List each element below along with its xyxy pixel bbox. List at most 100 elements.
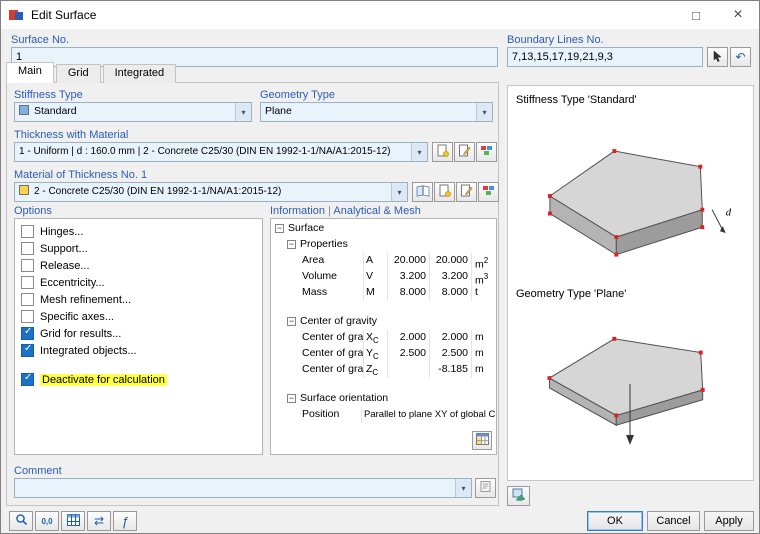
stiffness-type-select[interactable]: Standard ▾ xyxy=(14,102,252,122)
colors-icon xyxy=(482,184,495,200)
comment-templates-button[interactable] xyxy=(475,478,496,498)
information-header: Information | Analytical & Mesh xyxy=(270,205,421,217)
tab-main[interactable]: Main xyxy=(6,62,54,83)
ok-button[interactable]: OK xyxy=(587,511,643,531)
units-icon: 0,0 xyxy=(41,516,53,526)
thickness-label: Thickness with Material xyxy=(14,129,129,141)
material-swatch-icon xyxy=(19,185,29,195)
checkbox-icon xyxy=(21,242,34,255)
chevron-down-icon: ▾ xyxy=(235,103,251,121)
information-header-left[interactable]: Information xyxy=(270,205,325,217)
display-options-button[interactable] xyxy=(507,486,530,506)
edit-thickness-button[interactable] xyxy=(454,142,475,162)
material-library-button[interactable] xyxy=(412,182,433,202)
option-mesh-refinement[interactable]: Mesh refinement... xyxy=(15,291,262,308)
option-support[interactable]: Support... xyxy=(15,240,262,257)
preview-panel: Stiffness Type 'Standard' d Geometry Typ… xyxy=(507,85,754,481)
option-specific-axes[interactable]: Specific axes... xyxy=(15,308,262,325)
titlebar: Edit Surface □ × xyxy=(1,1,759,29)
option-deactivate-for-calculation[interactable]: Deactivate for calculation xyxy=(15,371,262,388)
select-boundary-lines-button[interactable] xyxy=(707,47,728,67)
apply-button[interactable]: Apply xyxy=(704,511,754,531)
geometry-type-select[interactable]: Plane ▾ xyxy=(260,102,493,122)
tab-strip: Main Grid Integrated xyxy=(6,62,178,83)
table-row: Mass M 8.000 8.000 t xyxy=(273,285,495,301)
table-row: Area A 20.000 20.000 m2 xyxy=(273,253,495,271)
option-eccentricity[interactable]: Eccentricity... xyxy=(15,274,262,291)
table-settings-button[interactable] xyxy=(472,431,492,450)
function-icon: ƒ xyxy=(121,513,129,529)
table-grid-icon xyxy=(475,433,489,448)
option-release[interactable]: Release... xyxy=(15,257,262,274)
options-panel: Hinges... Support... Release... Eccentri… xyxy=(14,218,263,455)
tool-button-find[interactable] xyxy=(9,511,33,531)
new-sheet-icon xyxy=(436,144,449,160)
tool-button-table[interactable] xyxy=(61,511,85,531)
undo-icon: ↶ xyxy=(735,50,746,64)
undo-boundary-button[interactable]: ↶ xyxy=(730,47,751,67)
collapse-icon[interactable]: − xyxy=(275,224,284,233)
window-title: Edit Surface xyxy=(31,8,97,22)
spacer-row xyxy=(273,378,495,391)
comment-input[interactable]: ▾ xyxy=(14,478,472,498)
stiffness-preview-caption: Stiffness Type 'Standard' xyxy=(516,94,637,106)
tab-integrated[interactable]: Integrated xyxy=(102,64,177,83)
render-settings-icon xyxy=(512,488,526,504)
tool-button-units[interactable]: 0,0 xyxy=(35,511,59,531)
options-label: Options xyxy=(14,205,52,217)
thickness-colors-button[interactable] xyxy=(476,142,497,162)
collapse-icon[interactable]: − xyxy=(287,394,296,403)
library-book-icon xyxy=(416,184,430,200)
swap-arrows-icon: ⇄ xyxy=(93,514,105,528)
geometry-preview-image xyxy=(520,308,740,461)
tree-node-surface: − Surface xyxy=(275,222,325,234)
edit-pencil-icon xyxy=(460,184,473,200)
edit-material-button[interactable] xyxy=(456,182,477,202)
table-row: Position Parallel to plane XY of global … xyxy=(273,407,495,423)
geometry-preview-caption: Geometry Type 'Plane' xyxy=(516,288,627,300)
material-colors-button[interactable] xyxy=(478,182,499,202)
material-select[interactable]: 2 - Concrete C25/30 (DIN EN 1992-1-1/NA/… xyxy=(14,182,408,202)
edit-surface-dialog: Edit Surface □ × Surface No. Boundary Li… xyxy=(0,0,760,534)
close-button[interactable]: × xyxy=(717,1,759,29)
option-hinges[interactable]: Hinges... xyxy=(15,223,262,240)
tool-button-function[interactable]: ƒ xyxy=(113,511,137,531)
information-header-right[interactable]: Analytical & Mesh xyxy=(333,205,420,217)
thickness-select[interactable]: 1 - Uniform | d : 160.0 mm | 2 - Concret… xyxy=(14,142,428,162)
information-table: − Surface − Properties Area A 20.000 20.00… xyxy=(270,218,497,455)
table-row: Center of gravity XC 2.000 2.000 m xyxy=(273,330,495,346)
new-material-button[interactable] xyxy=(434,182,455,202)
tree-node-properties: − Properties xyxy=(287,238,348,250)
table-row: Center of gravity YC 2.500 2.500 m xyxy=(273,346,495,362)
chevron-down-icon: ▾ xyxy=(476,103,492,121)
stiffness-preview-image: d xyxy=(520,112,740,283)
material-label: Material of Thickness No. 1 xyxy=(14,169,148,181)
tree-node-center-of-gravity: − Center of gravity xyxy=(287,315,378,327)
boundary-lines-label: Boundary Lines No. xyxy=(507,34,604,46)
checkbox-icon xyxy=(21,225,34,238)
chevron-down-icon: ▾ xyxy=(455,479,471,497)
edit-pencil-icon xyxy=(458,144,471,160)
option-integrated-objects[interactable]: Integrated objects... xyxy=(15,342,262,359)
surface-no-label: Surface No. xyxy=(11,34,70,46)
svg-text:d: d xyxy=(726,207,732,219)
tab-grid[interactable]: Grid xyxy=(55,64,101,83)
main-tab-pane: Stiffness Type Standard ▾ Geometry Type … xyxy=(6,82,499,506)
tool-button-transfer[interactable]: ⇄ xyxy=(87,511,111,531)
new-thickness-button[interactable] xyxy=(432,142,453,162)
option-grid-for-results[interactable]: Grid for results... xyxy=(15,325,262,342)
chevron-down-icon: ▾ xyxy=(411,143,427,161)
tree-node-surface-orientation: − Surface orientation xyxy=(287,392,389,404)
cancel-button[interactable]: Cancel xyxy=(647,511,700,531)
new-sheet-icon xyxy=(438,184,451,200)
maximize-button[interactable]: □ xyxy=(675,1,717,29)
collapse-icon[interactable]: − xyxy=(287,317,296,326)
table-row: Center of gravity ZC -8.185 m xyxy=(273,362,495,378)
checkbox-icon xyxy=(21,259,34,272)
note-icon xyxy=(479,480,492,496)
boundary-lines-input[interactable] xyxy=(507,47,703,67)
chevron-down-icon: ▾ xyxy=(391,183,407,201)
pointer-select-icon xyxy=(712,49,724,65)
collapse-icon[interactable]: − xyxy=(287,240,296,249)
checkbox-checked-icon xyxy=(21,372,34,386)
